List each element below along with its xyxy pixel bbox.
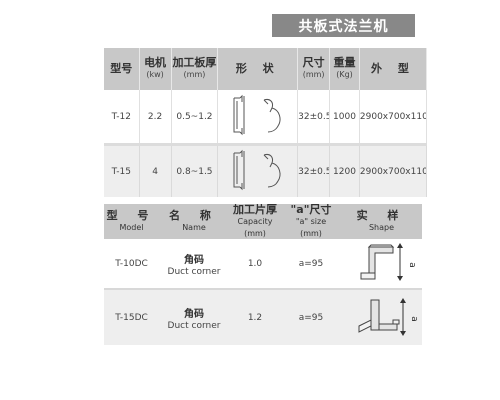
dimension-label: a <box>409 316 419 322</box>
header-size: 尺寸 (mm) <box>297 48 331 90</box>
cell-a-size: a=95 <box>281 290 341 345</box>
header-model: 型号 <box>104 48 140 90</box>
cell-name: 角码 Duct corner <box>159 239 229 288</box>
cell-thickness: 0.8~1.5 <box>171 146 219 197</box>
header-capacity: 加工片厚 Capacity (mm) <box>229 204 281 239</box>
cell-size: 32±0.5 <box>297 90 331 143</box>
header-name: 名 称 Name <box>159 204 229 239</box>
cell-thickness: 0.5~1.2 <box>171 90 219 143</box>
cell-shape: a <box>341 290 422 345</box>
cell-model: T-15 <box>104 146 140 197</box>
cell-shape: a <box>341 239 422 288</box>
duct-corner-drawing: a <box>358 298 419 336</box>
table-row: T-12 2.2 0.5~1.2 32±0.5 1000 2900x700x11… <box>104 90 428 143</box>
duct-corner-drawing: a <box>360 243 417 281</box>
dimension-label: a <box>407 262 417 268</box>
cell-weight: 1000 <box>329 90 360 143</box>
corner-spec-table: 型 号 Model 名 称 Name 加工片厚 Capacity (mm) "a"尺寸 "… <box>104 204 422 345</box>
header-motor: 电机 (kw) <box>139 48 172 90</box>
cell-size: 32±0.5 <box>297 146 331 197</box>
header-dimension: 外 型 <box>359 48 428 90</box>
cell-model: T-10DC <box>104 239 159 288</box>
cell-capacity: 1.2 <box>229 290 281 345</box>
cell-weight: 1200 <box>329 146 360 197</box>
table-row: T-15 4 0.8~1.5 32±0.5 1200 2900x700x1100 <box>104 146 428 197</box>
cell-capacity: 1.0 <box>229 239 281 288</box>
cell-dimension: 2900x700x1100 <box>359 90 428 143</box>
cell-model: T-12 <box>104 90 140 143</box>
cell-shape <box>217 146 299 197</box>
header-weight: 重量 (Kg) <box>329 48 360 90</box>
flange-profile-drawing <box>233 94 281 136</box>
page-title: 共板式法兰机 <box>272 14 415 37</box>
header-model: 型 号 Model <box>104 204 159 239</box>
header-shape: 形 状 <box>217 48 299 90</box>
cell-motor: 2.2 <box>139 90 172 143</box>
table-row: T-10DC 角码 Duct corner 1.0 a=95 a <box>104 239 422 288</box>
header-shape: 实 样 Shape <box>341 204 422 239</box>
header-a-size: "a"尺寸 "a" size (mm) <box>281 204 341 239</box>
cell-shape <box>217 90 299 143</box>
cell-motor: 4 <box>139 146 172 197</box>
table-row: T-15DC 角码 Duct corner 1.2 a=95 a <box>104 290 422 345</box>
flange-profile-drawing <box>233 149 281 191</box>
cell-name: 角码 Duct corner <box>159 290 229 345</box>
cell-dimension: 2900x700x1100 <box>359 146 428 197</box>
header-thickness: 加工板厚 (mm) <box>171 48 219 90</box>
cell-a-size: a=95 <box>281 239 341 288</box>
cell-model: T-15DC <box>104 290 159 345</box>
table-header-row: 型 号 Model 名 称 Name 加工片厚 Capacity (mm) "a"尺寸 "… <box>104 204 422 239</box>
machine-spec-table: 型号 电机 (kw) 加工板厚 (mm) 形 状 尺寸 (mm) 重量 (Kg) 外 型… <box>104 48 428 197</box>
table-header-row: 型号 电机 (kw) 加工板厚 (mm) 形 状 尺寸 (mm) 重量 (Kg) 外 型 <box>104 48 428 90</box>
